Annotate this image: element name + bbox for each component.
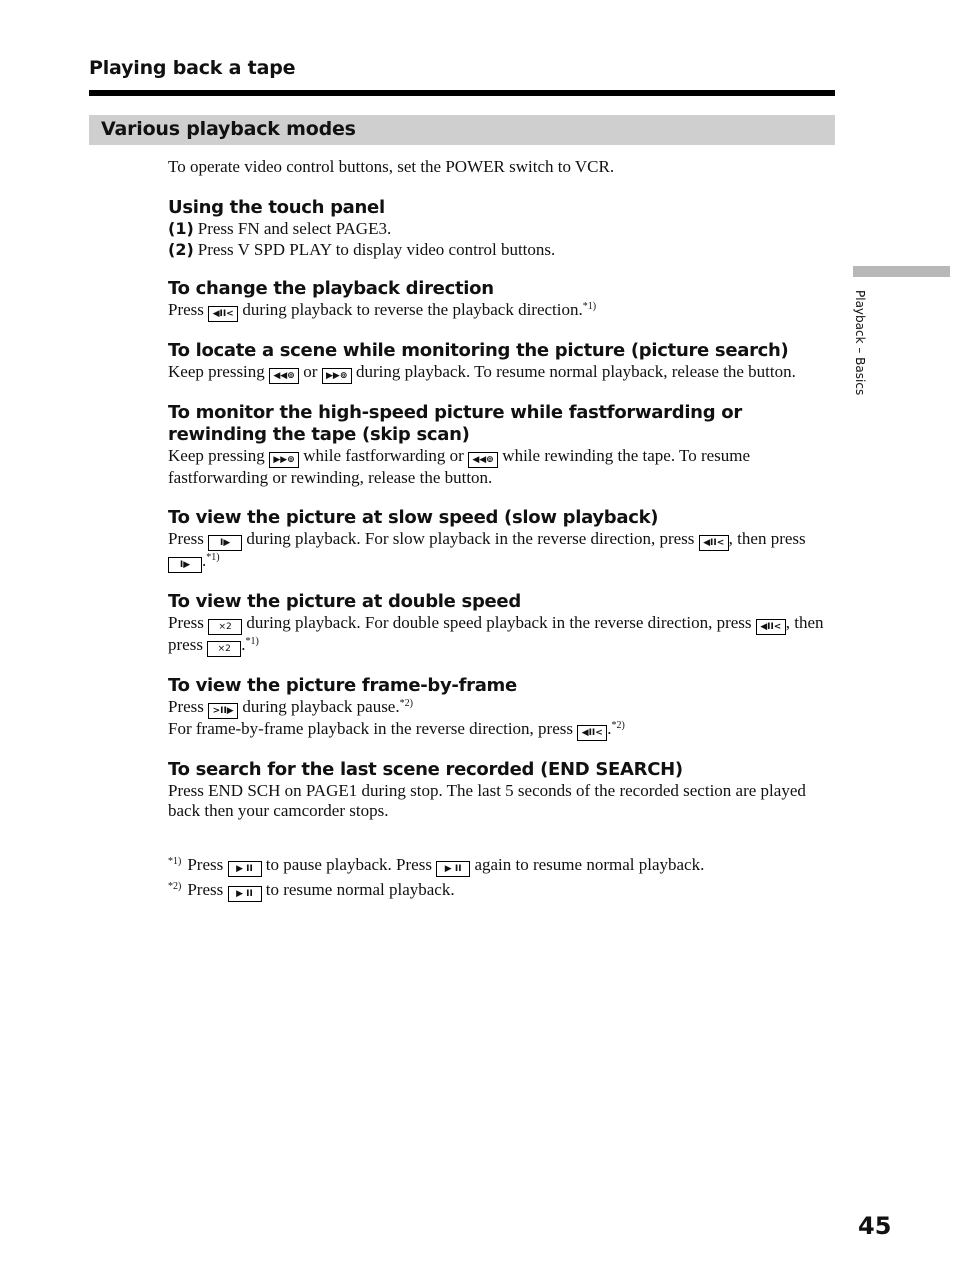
text-fragment: Press — [168, 300, 204, 319]
text-fragment: during playback to reverse the playback … — [242, 300, 583, 319]
section-header-band: Various playback modes — [89, 115, 835, 145]
end-search-heading: To search for the last scene recorded (E… — [168, 758, 683, 780]
slow-playback-text: Press I▶ during playback. For slow playb… — [168, 529, 836, 573]
side-tab-marker — [853, 266, 950, 277]
slow-playback-heading: To view the picture at slow speed (slow … — [168, 506, 659, 528]
reverse-direction-button-icon: ◀II< — [208, 306, 239, 322]
side-label-text: Playback – Basics — [853, 290, 867, 396]
step-text: Press FN and select PAGE3. — [197, 219, 392, 238]
text-fragment: Press — [168, 528, 204, 548]
side-chapter-label: Playback – Basics — [849, 290, 869, 420]
skip-scan-heading: To monitor the high-speed picture while … — [168, 402, 742, 445]
footnote-ref: *2) — [611, 719, 625, 731]
text-fragment: Press — [187, 879, 224, 899]
step-text: Press V SPD PLAY to display video contro… — [197, 239, 556, 259]
double-speed-button-icon: ×2 — [208, 618, 243, 635]
text-fragment: Keep pressing — [168, 362, 265, 381]
frame-advance-button-icon: >II▶ — [208, 702, 239, 719]
text-fragment: again to resume normal playback. — [474, 854, 705, 874]
text-fragment: to pause playback. Press — [265, 854, 432, 874]
play-pause-button-icon: ▶ II — [436, 860, 471, 877]
reverse-direction-button-icon: ◀II< — [698, 534, 729, 551]
footnote-ref: *2) — [399, 697, 413, 709]
picture-search-text: Keep pressing ◀◀⊚ or ▶▶⊚ during playback… — [168, 362, 836, 384]
footnote-mark: *1) — [168, 855, 182, 867]
text-fragment: Keep pressing — [168, 446, 265, 465]
end-search-section: To search for the last scene recorded (E… — [168, 759, 836, 822]
text-fragment: during playback. For slow playback in th… — [246, 528, 695, 548]
text-fragment: during playback pause. — [242, 696, 400, 716]
footnote-1: *1) Press ▶ II to pause playback. Press ▶… — [168, 852, 836, 877]
double-speed-heading: To view the picture at double speed — [168, 590, 521, 612]
direction-heading: To change the playback direction — [168, 278, 494, 299]
rewind-button-icon: ◀◀⊚ — [468, 452, 499, 468]
end-search-text: Press END SCH on PAGE1 during stop. The … — [168, 780, 806, 821]
frame-by-frame-text-1: Press >II▶ during playback pause.*2) — [168, 697, 836, 719]
slow-playback-section: To view the picture at slow speed (slow … — [168, 507, 836, 573]
direction-section: To change the playback direction Press ◀… — [168, 278, 836, 322]
main-content: To operate video control buttons, set th… — [168, 157, 836, 902]
text-fragment: , then press — [728, 528, 806, 548]
footnote-ref: *1) — [582, 301, 597, 312]
touch-panel-heading: Using the touch panel — [168, 197, 385, 218]
slow-button-icon: I▶ — [168, 556, 202, 573]
footnote-ref: *1) — [245, 635, 259, 647]
text-fragment: or — [303, 362, 318, 381]
play-pause-button-icon: ▶ II — [227, 885, 262, 902]
skip-scan-text: Keep pressing ▶▶⊚ while fastforwarding o… — [168, 446, 836, 489]
chapter-title: Playing back a tape — [89, 57, 296, 79]
footnote-2: *2) Press ▶ II to resume normal playback. — [168, 877, 836, 902]
rewind-button-icon: ◀◀⊚ — [269, 368, 300, 384]
reverse-direction-button-icon: ◀II< — [755, 618, 786, 635]
text-fragment: during playback. To resume normal playba… — [355, 362, 796, 381]
step-number: (1) — [168, 219, 194, 238]
frame-by-frame-heading: To view the picture frame-by-frame — [168, 674, 517, 696]
step-2: (2) Press V SPD PLAY to display video con… — [168, 240, 836, 261]
slow-button-icon: I▶ — [208, 534, 243, 551]
fast-forward-button-icon: ▶▶⊚ — [269, 452, 300, 468]
picture-search-heading: To locate a scene while monitoring the p… — [168, 340, 789, 361]
chapter-rule — [89, 90, 835, 96]
intro-text: To operate video control buttons, set th… — [168, 157, 615, 176]
play-pause-button-icon: ▶ II — [227, 860, 262, 877]
touch-panel-section: Using the touch panel (1) Press FN and se… — [168, 197, 836, 260]
direction-text: Press ◀II< during playback to reverse th… — [168, 300, 836, 322]
text-fragment: during playback. For double speed playba… — [246, 612, 752, 632]
footnote-mark: *2) — [168, 880, 182, 892]
text-fragment: while fastforwarding or — [303, 446, 464, 465]
text-fragment: For frame-by-frame playback in the rever… — [168, 718, 573, 738]
footnotes: *1) Press ▶ II to pause playback. Press ▶… — [168, 852, 836, 902]
skip-scan-section: To monitor the high-speed picture while … — [168, 402, 836, 489]
step-1: (1) Press FN and select PAGE3. — [168, 219, 836, 240]
frame-by-frame-section: To view the picture frame-by-frame Press… — [168, 675, 836, 741]
footnote-ref: *1) — [206, 551, 220, 563]
frame-by-frame-text-2: For frame-by-frame playback in the rever… — [168, 719, 836, 741]
section-title: Various playback modes — [101, 118, 356, 140]
double-speed-button-icon: ×2 — [207, 640, 242, 657]
text-fragment: Press — [168, 612, 204, 632]
text-fragment: Press — [168, 696, 204, 716]
text-fragment: to resume normal playback. — [265, 879, 455, 899]
reverse-direction-button-icon: ◀II< — [577, 724, 608, 741]
page-number: 45 — [858, 1212, 892, 1240]
fast-forward-button-icon: ▶▶⊚ — [321, 368, 352, 384]
step-number: (2) — [168, 239, 194, 259]
double-speed-section: To view the picture at double speed Pres… — [168, 591, 836, 657]
double-speed-text: Press ×2 during playback. For double spe… — [168, 613, 836, 657]
text-fragment: Press — [187, 854, 224, 874]
picture-search-section: To locate a scene while monitoring the p… — [168, 340, 836, 384]
